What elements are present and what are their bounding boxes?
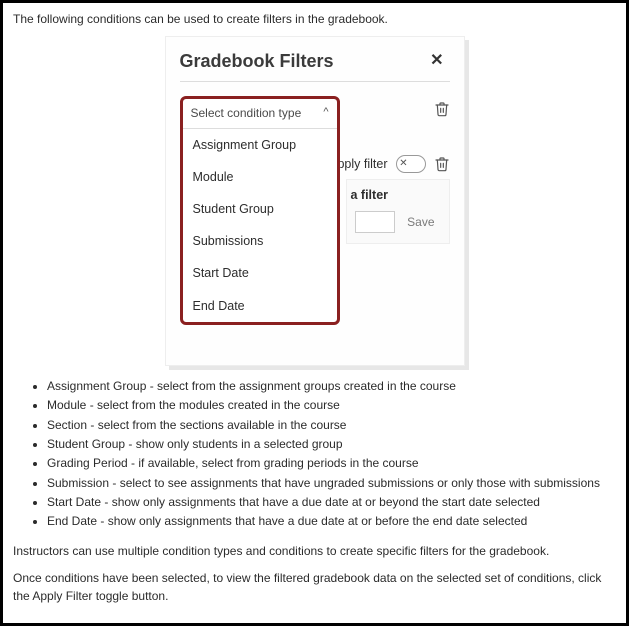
dropdown-option-module[interactable]: Module [183,161,337,193]
dropdown-option-end-date[interactable]: End Date [183,290,337,322]
apply-filter-toggle[interactable]: ✕ [396,155,426,173]
filter-name-section: a filter Save [346,179,450,243]
filter-input-row: Save [355,211,441,233]
save-button[interactable]: Save [401,214,440,230]
document-frame: The following conditions can be used to … [0,0,629,626]
panel-title: Gradebook Filters [180,48,334,74]
chevron-up-icon: ^ [323,105,328,121]
list-item: Student Group - show only students in a … [47,436,616,453]
list-item: Start Date - show only assignments that … [47,494,616,511]
toggle-knob-off-icon: ✕ [397,157,411,171]
dropdown-option-submissions[interactable]: Submissions [183,225,337,257]
filter-name-input[interactable] [355,211,396,233]
apply-filter-row: Apply filter ✕ [329,155,449,173]
list-item: Assignment Group - select from the assig… [47,378,616,395]
gradebook-filters-panel: Gradebook Filters ✕ Select condition typ… [165,36,465,365]
delete-condition-icon[interactable] [434,100,450,118]
dropdown-option-assignment-group[interactable]: Assignment Group [183,129,337,161]
paragraph-apply-filter: Once conditions have been selected, to v… [13,570,616,605]
paragraph-multiple-conditions: Instructors can use multiple condition t… [13,543,616,560]
list-item: Grading Period - if available, select fr… [47,455,616,472]
list-item: Section - select from the sections avail… [47,417,616,434]
dropdown-placeholder: Select condition type [191,105,302,122]
delete-filter-icon[interactable] [434,155,450,173]
intro-text: The following conditions can be used to … [13,11,616,28]
screenshot-wrap: Gradebook Filters ✕ Select condition typ… [13,36,616,365]
panel-header: Gradebook Filters ✕ [180,47,450,74]
filter-name-label: a filter [351,186,441,204]
condition-type-dropdown[interactable]: Select condition type ^ Assignment Group… [180,96,340,325]
list-item: Submission - select to see assignments t… [47,475,616,492]
close-icon[interactable]: ✕ [424,47,449,74]
list-item: Module - select from the modules created… [47,397,616,414]
dropdown-option-student-group[interactable]: Student Group [183,193,337,225]
list-item: End Date - show only assignments that ha… [47,513,616,530]
title-divider [180,81,450,82]
conditions-bullet-list: Assignment Group - select from the assig… [13,378,616,531]
dropdown-trigger[interactable]: Select condition type ^ [183,99,337,129]
dropdown-option-start-date[interactable]: Start Date [183,257,337,289]
